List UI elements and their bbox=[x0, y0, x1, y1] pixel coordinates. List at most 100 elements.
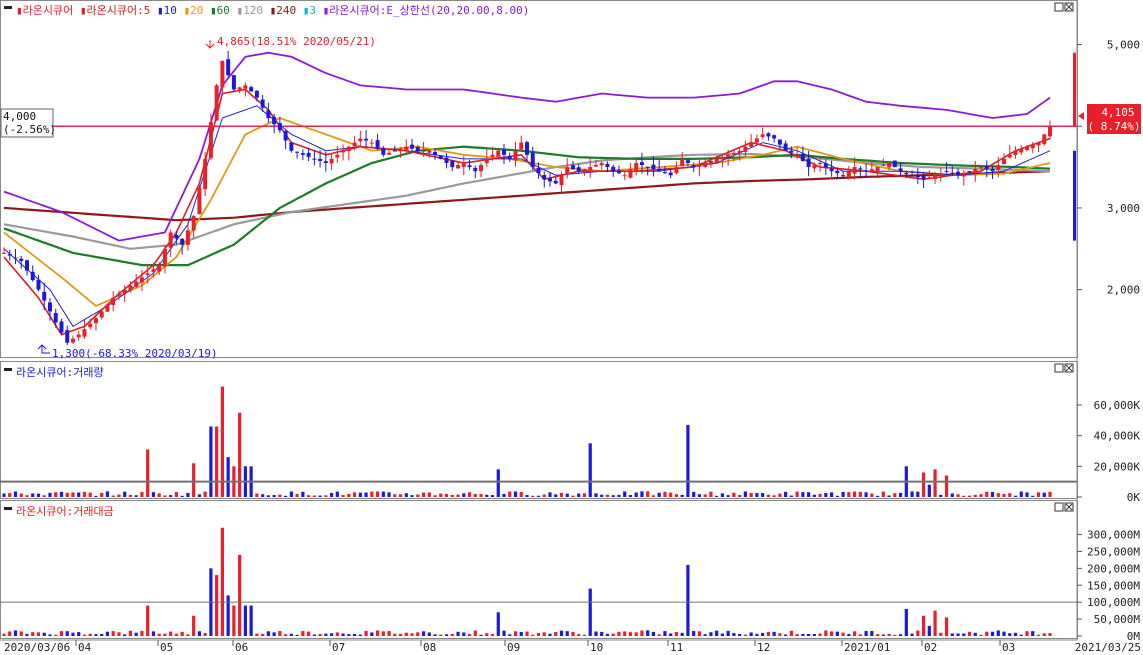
amount-bar bbox=[1002, 631, 1006, 636]
amount-bar bbox=[939, 632, 943, 636]
volume-bar bbox=[410, 495, 414, 497]
amount-bar bbox=[163, 633, 167, 636]
candle-body bbox=[766, 133, 771, 137]
candle-body bbox=[657, 168, 662, 172]
minimize-icon[interactable] bbox=[1054, 363, 1064, 373]
candle-body bbox=[461, 162, 466, 167]
candle-body bbox=[910, 175, 915, 177]
candle-body bbox=[570, 165, 575, 170]
candle-body bbox=[105, 304, 110, 312]
amount-bar bbox=[347, 634, 351, 636]
amount-bar bbox=[531, 634, 535, 636]
candle-body bbox=[300, 153, 305, 155]
candle-body bbox=[731, 152, 736, 154]
candle-body bbox=[720, 156, 725, 160]
amount-bar bbox=[743, 634, 747, 636]
amount-bar bbox=[140, 630, 144, 636]
candle-body bbox=[151, 269, 156, 273]
candle-body bbox=[24, 260, 29, 271]
candle-body bbox=[864, 170, 869, 172]
x-tick-label: 02 bbox=[924, 641, 937, 654]
amount-bar bbox=[421, 631, 426, 636]
volume-bar bbox=[1036, 492, 1041, 497]
amount-bar bbox=[157, 633, 161, 636]
amount-bar bbox=[272, 632, 276, 636]
amount-bar bbox=[709, 632, 713, 636]
volume-bar bbox=[715, 495, 719, 497]
minimize-icon[interactable] bbox=[1054, 502, 1064, 512]
candle-body bbox=[892, 160, 897, 168]
candle-body bbox=[984, 166, 989, 170]
volume-panel[interactable] bbox=[0, 361, 1078, 499]
candle-body bbox=[116, 293, 121, 296]
volume-bar bbox=[898, 492, 903, 497]
amount-bar bbox=[444, 634, 449, 636]
volume-bar bbox=[100, 492, 104, 497]
amount-bar bbox=[31, 632, 35, 636]
amount-bar bbox=[8, 631, 12, 636]
amount-bar bbox=[979, 634, 983, 636]
minimize-icon[interactable] bbox=[1054, 2, 1064, 12]
amount-bar bbox=[197, 631, 202, 636]
x-tick-label: 11 bbox=[670, 641, 683, 654]
amount-bar bbox=[151, 631, 156, 636]
volume-bar bbox=[628, 495, 633, 497]
volume-bar bbox=[485, 494, 489, 497]
candle-body bbox=[157, 265, 162, 272]
amount-panel[interactable] bbox=[0, 500, 1078, 639]
volume-bar bbox=[398, 494, 403, 497]
volume-bar bbox=[272, 495, 276, 497]
amount-bar bbox=[571, 631, 575, 636]
amount-bar bbox=[77, 632, 81, 636]
volume-bar bbox=[71, 492, 75, 497]
candle-body bbox=[134, 281, 139, 287]
x-tick-label: 06 bbox=[235, 641, 248, 654]
chart-canvas[interactable]: 5,000 4,000 3,000 2,000 2020/03/06 04 05 06 07 08… bbox=[0, 0, 1143, 655]
amount-bar bbox=[261, 633, 265, 636]
amount-bar bbox=[904, 608, 908, 636]
candle-body bbox=[559, 175, 564, 186]
panel-marker-icon bbox=[4, 6, 12, 9]
candle-body bbox=[542, 175, 547, 180]
current-value: 4,105 bbox=[1101, 106, 1134, 119]
volume-bar bbox=[433, 495, 437, 497]
volume-bar bbox=[25, 495, 29, 497]
amount-bar bbox=[324, 633, 328, 636]
amount-bar bbox=[433, 634, 437, 636]
volume-bar bbox=[847, 492, 851, 497]
volume-bar bbox=[94, 495, 98, 497]
amount-bar bbox=[973, 632, 977, 636]
volume-bar bbox=[1002, 493, 1006, 497]
candle-body bbox=[208, 122, 213, 159]
volume-bar bbox=[364, 492, 368, 497]
candle-body bbox=[76, 334, 81, 338]
volume-bar bbox=[8, 493, 12, 497]
candle-body bbox=[1025, 146, 1030, 150]
candle-body bbox=[691, 165, 696, 168]
candle-body bbox=[318, 158, 323, 161]
candle-body bbox=[404, 146, 409, 150]
candle-body bbox=[714, 158, 719, 163]
candle-body bbox=[381, 147, 386, 155]
amount-bar bbox=[801, 633, 805, 636]
volume-bar bbox=[784, 491, 788, 497]
x-tick-label: 04 bbox=[78, 641, 92, 654]
volume-bar bbox=[295, 493, 299, 497]
amount-bar bbox=[542, 632, 546, 636]
amount-bar bbox=[19, 631, 23, 636]
candle-body bbox=[398, 148, 403, 152]
volume-bar bbox=[594, 493, 598, 497]
amount-bar bbox=[513, 631, 518, 636]
candle-body bbox=[496, 150, 501, 157]
volume-bar bbox=[887, 495, 891, 497]
volume-bar bbox=[565, 493, 569, 497]
volume-bar bbox=[875, 495, 880, 497]
candle-body bbox=[616, 170, 621, 174]
candle-body bbox=[191, 216, 196, 231]
volume-bar bbox=[387, 492, 391, 497]
amount-bar bbox=[749, 632, 753, 636]
amount-bar bbox=[898, 634, 903, 636]
amount-bar bbox=[358, 634, 362, 636]
volume-bar bbox=[795, 491, 799, 497]
volume-bar bbox=[536, 495, 541, 497]
